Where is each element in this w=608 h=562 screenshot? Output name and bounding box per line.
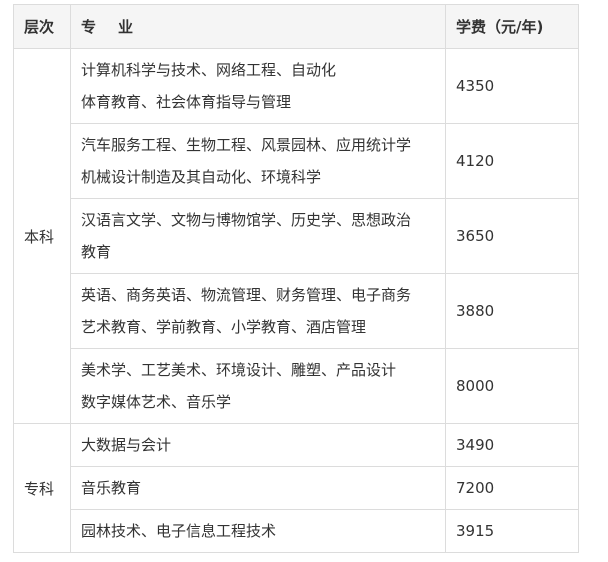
header-major-part1: 专: [81, 18, 97, 36]
fee-cell: 7200: [445, 466, 579, 510]
major-line: 艺术教育、学前教育、小学教育、酒店管理: [81, 318, 367, 336]
table-row: 园林技术、电子信息工程技术 3915: [14, 509, 579, 553]
major-cell: 美术学、工艺美术、环境设计、雕塑、产品设计 数字媒体艺术、音乐学: [70, 348, 446, 424]
major-line: 园林技术、电子信息工程技术: [81, 522, 277, 540]
level-cell-junior-college: 专科: [13, 423, 71, 553]
header-level: 层次: [13, 4, 71, 49]
major-line: 美术学、工艺美术、环境设计、雕塑、产品设计: [81, 361, 397, 379]
major-line: 计算机科学与技术、网络工程、自动化: [81, 61, 337, 79]
level-cell-undergraduate: 本科: [13, 48, 71, 424]
major-line: 数字媒体艺术、音乐学: [81, 393, 232, 411]
header-major-part2: 业: [118, 18, 134, 36]
table-row: 本科 计算机科学与技术、网络工程、自动化 体育教育、社会体育指导与管理 4350: [13, 48, 579, 424]
table-row: 专科 大数据与会计 3490: [13, 423, 579, 553]
fee-cell: 3490: [445, 423, 579, 467]
header-major: 专业: [70, 4, 446, 49]
fee-cell: 3880: [445, 273, 579, 349]
major-line: 机械设计制造及其自动化、环境科学: [81, 168, 322, 186]
major-line: 汉语言文学、文物与博物馆学、历史学、思想政治: [81, 211, 412, 229]
major-cell: 大数据与会计: [70, 423, 446, 467]
major-line: 英语、商务英语、物流管理、财务管理、电子商务: [81, 286, 412, 304]
major-cell: 汽车服务工程、生物工程、风景园林、应用统计学 机械设计制造及其自动化、环境科学: [70, 123, 446, 199]
fee-cell: 3915: [445, 509, 579, 553]
major-line: 汽车服务工程、生物工程、风景园林、应用统计学: [81, 136, 412, 154]
fee-cell: 4350: [445, 48, 579, 124]
table-header-row: 层次 专业 学费（元/年): [13, 4, 579, 49]
major-line: 大数据与会计: [81, 436, 172, 454]
major-line: 教育: [81, 243, 112, 261]
major-cell: 音乐教育: [70, 466, 446, 510]
table-row: 汽车服务工程、生物工程、风景园林、应用统计学 机械设计制造及其自动化、环境科学 …: [14, 123, 579, 199]
table-row: 英语、商务英语、物流管理、财务管理、电子商务 艺术教育、学前教育、小学教育、酒店…: [14, 273, 579, 349]
major-cell: 计算机科学与技术、网络工程、自动化 体育教育、社会体育指导与管理: [70, 48, 446, 124]
major-line: 体育教育、社会体育指导与管理: [81, 93, 292, 111]
major-cell: 汉语言文学、文物与博物馆学、历史学、思想政治 教育: [70, 198, 446, 274]
major-line: 音乐教育: [81, 479, 142, 497]
fee-cell: 4120: [445, 123, 579, 199]
table-row: 音乐教育 7200: [14, 466, 579, 510]
header-fee: 学费（元/年): [445, 4, 579, 49]
fee-cell: 8000: [445, 348, 579, 424]
major-cell: 园林技术、电子信息工程技术: [70, 509, 446, 553]
fee-cell: 3650: [445, 198, 579, 274]
tuition-fee-table: 层次 专业 学费（元/年) 本科 计算机科学与技术、网络工程、自动化 体育教育、…: [13, 4, 579, 553]
table-row: 美术学、工艺美术、环境设计、雕塑、产品设计 数字媒体艺术、音乐学 8000: [14, 348, 579, 424]
table-row: 汉语言文学、文物与博物馆学、历史学、思想政治 教育 3650: [14, 198, 579, 274]
major-cell: 英语、商务英语、物流管理、财务管理、电子商务 艺术教育、学前教育、小学教育、酒店…: [70, 273, 446, 349]
